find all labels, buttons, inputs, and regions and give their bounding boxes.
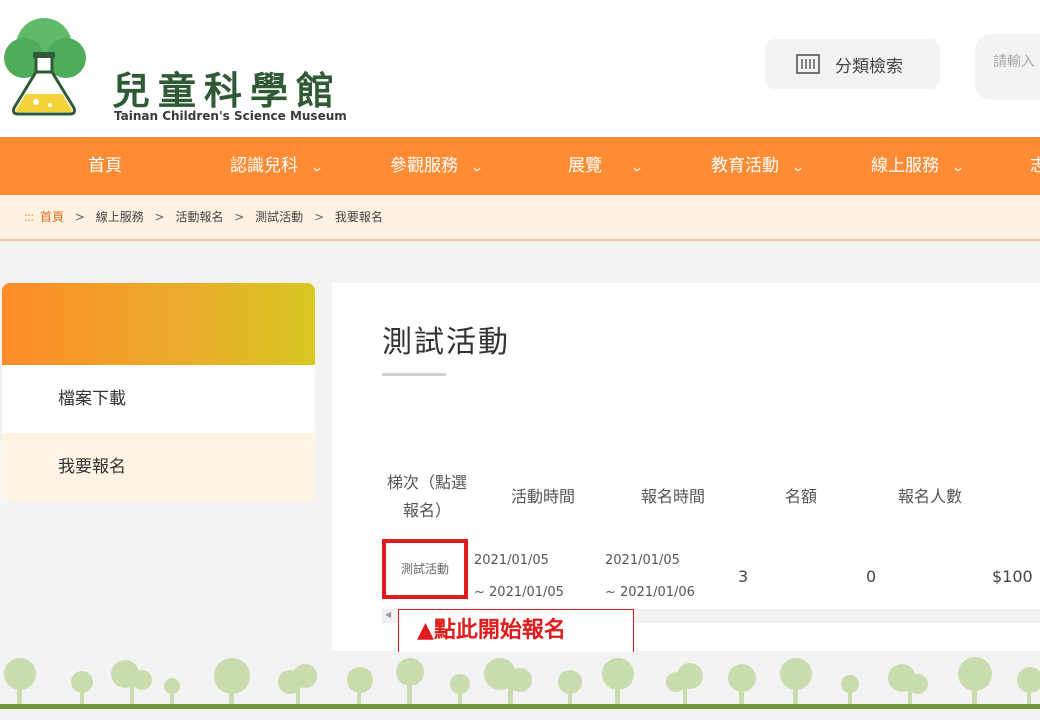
sidebar-item-label: 我要報名 [58,457,126,477]
nav-item-visit[interactable]: 參觀服務 ⌄ [390,137,485,195]
sidebar-item-register[interactable]: 我要報名 [2,433,315,501]
fee-value: $100 [992,567,1033,586]
breadcrumb-home-icon: ::: [24,210,34,224]
page-title: 測試活動 [382,325,510,360]
nav-item-exhibition[interactable]: 展覽 ⌄ [568,137,645,195]
breadcrumb-link[interactable]: 活動報名 [175,210,223,224]
nav-item-label: 教育活動 [711,156,779,176]
table-header-activity-time: 活動時間 [510,487,575,506]
logo-subtitle: Tainan Children's Science Museum [114,109,347,123]
sidebar-item-downloads[interactable]: 檔案下載 [2,365,315,433]
title-divider [382,373,446,376]
nav-item-label: 志 [1030,156,1040,176]
scroll-left-arrow-icon[interactable]: ◀ [385,610,391,619]
nav-item-volunteer[interactable]: 志 [1030,137,1040,195]
search-box [975,34,1040,100]
category-search-button[interactable]: 分類檢索 [765,39,940,89]
breadcrumb-home-link[interactable]: 首頁 [40,210,64,224]
nav-item-label: 認識兒科 [230,156,298,176]
category-list-icon [796,54,820,74]
table-header-registration-time: 報名時間 [640,487,705,506]
search-input[interactable] [975,34,1040,70]
chevron-down-icon: ⌄ [950,160,966,174]
register-hint-callout: ▲點此開始報名 [398,609,634,653]
sidebar: 檔案下載 我要報名 [2,283,315,501]
sidebar-item-label: 檔案下載 [58,389,126,409]
table-header-registrants: 報名人數 [897,487,962,506]
registrants-value: 0 [866,567,877,586]
chevron-down-icon: ⌄ [469,160,485,174]
site-logo[interactable]: 兒童科學館 Tainan Children's Science Museum [0,12,360,123]
activity-end-date: ~ 2021/01/05 [474,585,564,600]
breadcrumb-separator: > [154,210,165,224]
category-search-label: 分類檢索 [835,56,903,77]
logo-title: 兒童科學館 [112,69,343,113]
chevron-down-icon: ⌄ [629,160,645,174]
chevron-down-icon: ⌄ [790,160,806,174]
breadcrumb-separator: > [314,210,325,224]
main-nav: 首頁 認識兒科 ⌄ 參觀服務 ⌄ 展覽 ⌄ 教育活動 ⌄ 線上服務 ⌄ 志 [0,137,1040,195]
nav-item-about[interactable]: 認識兒科 ⌄ [230,137,325,195]
breadcrumb-separator: > [74,210,85,224]
sidebar-header-banner [2,283,315,365]
table-header-quota: 名額 [784,487,817,506]
main-content: 測試活動 梯次（點選 報名） 活動時間 報名時間 名額 報名人數 測試活動 20… [332,283,1040,651]
registration-start-date: 2021/01/05 [605,553,680,568]
breadcrumb-separator: > [234,210,245,224]
header-session-line2: 報名） [402,501,451,520]
nav-item-online-services[interactable]: 線上服務 ⌄ [871,137,966,195]
breadcrumb-link[interactable]: 測試活動 [255,210,303,224]
header-session-line1: 梯次（點選 [386,473,467,492]
activity-start-date: 2021/01/05 [474,553,549,568]
nav-item-label: 首頁 [88,156,122,176]
flask-tree-logo-icon [4,18,86,116]
quota-value: 3 [738,567,749,586]
session-register-button[interactable]: 測試活動 [382,539,468,599]
chevron-down-icon: ⌄ [309,160,325,174]
breadcrumb-current: 我要報名 [334,210,383,224]
nav-item-label: 參觀服務 [390,156,458,176]
nav-item-home[interactable]: 首頁 [88,137,122,195]
site-header: 兒童科學館 Tainan Children's Science Museum 分… [0,0,1040,137]
table-header-session: 梯次（點選 報名） [380,469,474,525]
footer-trees-decoration [0,652,1040,720]
nav-item-label: 線上服務 [871,156,939,176]
breadcrumb-link[interactable]: 線上服務 [96,210,144,224]
nav-item-label: 展覽 [568,156,602,176]
nav-item-education[interactable]: 教育活動 ⌄ [711,137,806,195]
registration-end-date: ~ 2021/01/06 [605,585,695,600]
breadcrumb: ::: 首頁 > 線上服務 > 活動報名 > 測試活動 > 我要報名 [0,195,1040,241]
